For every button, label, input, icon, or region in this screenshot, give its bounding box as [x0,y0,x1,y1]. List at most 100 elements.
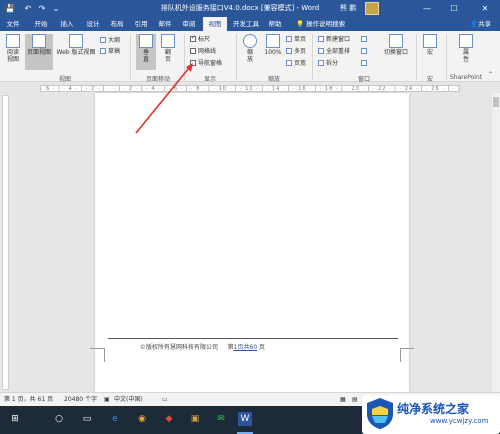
ribbon-tabs: 文件 开始 插入 设计 布局 引用 邮件 审阅 视图 开发工具 帮助 💡 操作说… [0,17,500,31]
share-button[interactable]: 👤共享 [470,17,491,31]
switch-windows-label: 切换窗口 [383,49,408,56]
page-footer[interactable]: ©版权所有慧网科技有限公司 第1页共60 页 [140,342,265,351]
horizontal-ruler: · 6 · | · 4 · | · 2 · | · · | · 2 · | · … [0,83,500,93]
zoom-button[interactable]: 缩 放 [240,34,260,70]
side-by-side-button[interactable] [361,36,369,44]
document-title: 排队机外设服务接口V4.0.docx [兼容模式] - Word [160,4,320,12]
web-layout-button[interactable]: Web 版式视图 [54,34,98,70]
tab-developer[interactable]: 开发工具 [230,17,262,31]
sync-scroll-button[interactable] [361,48,369,56]
proofing-icon[interactable]: ▣ [104,393,110,406]
app-icon[interactable]: ▣ [188,412,202,426]
windows-start-icon[interactable]: ⊞ [8,412,22,426]
ruler-checkbox[interactable]: 标尺 [190,34,210,44]
tab-design[interactable]: 设计 [82,17,104,31]
tab-home[interactable]: 开始 [30,17,52,31]
undo-icon[interactable]: ↶ [22,3,34,14]
switch-windows-button[interactable]: 切换窗口 [382,34,410,70]
chrome-icon[interactable]: ◉ [135,412,149,426]
page-movement-group-label: 页面移动 [145,76,170,83]
outline-button[interactable]: 大纲 [100,37,120,45]
page-width-button[interactable]: 页宽 [286,60,306,68]
footer-line [108,338,398,339]
separator [446,34,447,80]
read-mode-button[interactable]: 阅读 视图 [3,34,23,70]
collapse-ribbon-icon[interactable]: ⌃ [488,71,493,79]
margin-mark [90,348,104,354]
macros-button[interactable]: 宏 [420,34,440,70]
checkbox-icon [190,60,196,66]
tab-help[interactable]: 帮助 [264,17,286,31]
properties-button[interactable]: 属 性 [456,34,476,70]
footer-page-mid: 页共 [237,344,250,351]
customize-quick-access-icon[interactable]: ⌄ [50,3,62,14]
vertical-button[interactable]: 垂 直 [136,34,156,70]
new-window-label: 新建窗口 [326,36,351,43]
separator [130,34,131,80]
ruler-ticks[interactable]: · 6 · | · 4 · | · 2 · | · · | · 2 · | · … [40,85,460,92]
tab-layout[interactable]: 布局 [106,17,128,31]
sharepoint-group-label: SharePoint [449,74,483,81]
multiple-pages-label: 多页 [294,48,307,55]
vertical-label: 垂 直 [142,49,149,63]
edge-icon[interactable]: e [108,412,122,426]
maximize-button[interactable]: ☐ [447,2,461,15]
redo-icon[interactable]: ↷ [36,3,48,14]
web-layout-label: Web 版式视图 [56,49,96,56]
minimize-button[interactable]: — [420,2,434,15]
tell-me-search[interactable]: 💡 操作说明搜索 [296,17,345,31]
tab-references[interactable]: 引用 [130,17,152,31]
accessibility-icon[interactable]: ▭ [162,393,168,406]
side-to-side-label: 翻 页 [164,49,171,63]
margin-mark [104,348,105,362]
wechat-icon[interactable]: ✉ [214,412,228,426]
web-layout-icon [69,34,83,48]
language-status[interactable]: 中文(中国) [114,393,143,406]
separator [236,34,237,80]
one-page-button[interactable]: 单页 [286,36,306,44]
multiple-pages-button[interactable]: 多页 [286,48,306,56]
side-to-side-button[interactable]: 翻 页 [158,34,178,70]
tab-review[interactable]: 审阅 [178,17,200,31]
nav-pane-checkbox[interactable]: 导航窗格 [190,60,222,68]
close-button[interactable]: ✕ [478,2,492,15]
nav-pane-label: 导航窗格 [198,60,223,67]
zoom-100-icon [266,34,280,48]
print-layout-button[interactable]: 页面视图 [25,34,53,70]
read-mode-status-icon[interactable]: ▦ [340,393,346,406]
zoom-100-button[interactable]: 100% [262,34,284,70]
macros-icon [423,34,437,48]
tab-insert[interactable]: 插入 [56,17,78,31]
footer-page-total: 60 [249,344,258,351]
task-view-icon[interactable]: ▭ [80,412,94,426]
new-window-button[interactable]: 新建窗口 [318,36,350,44]
tab-mailings[interactable]: 邮件 [154,17,176,31]
outline-label: 大纲 [108,37,121,44]
footer-company: ©版权所有慧网科技有限公司 [140,344,219,351]
footer-page-suffix: 页 [259,344,266,351]
app-icon[interactable]: ◆ [162,412,176,426]
reset-window-button[interactable] [361,60,369,68]
draft-button[interactable]: 草稿 [100,48,120,56]
vertical-icon [139,34,153,48]
avatar[interactable] [365,2,379,15]
arrange-all-icon [318,48,324,54]
word-count-status[interactable]: 20480 个字 [64,393,97,406]
user-name[interactable]: 熊 鹏 [340,3,356,14]
views-group-label: 视图 [58,76,71,83]
tab-view[interactable]: 视图 [203,17,227,31]
page-count-status[interactable]: 第 1 页，共 61 页 [4,393,53,406]
word-icon[interactable]: W [238,412,252,426]
tab-file[interactable]: 文件 [2,17,24,31]
zoom-label: 缩 放 [246,49,253,63]
vertical-scrollbar[interactable] [492,93,500,392]
gridlines-checkbox[interactable]: 网格线 [190,48,216,56]
arrange-all-button[interactable]: 全部重排 [318,48,350,56]
save-icon[interactable]: 💾 [4,3,16,14]
search-icon[interactable]: ○ [52,412,66,426]
outline-icon [100,37,106,43]
print-layout-status-icon[interactable]: ▤ [352,393,358,406]
vertical-ruler [2,95,9,390]
scrollbar-thumb[interactable] [493,97,499,107]
split-button[interactable]: 拆分 [318,60,338,68]
